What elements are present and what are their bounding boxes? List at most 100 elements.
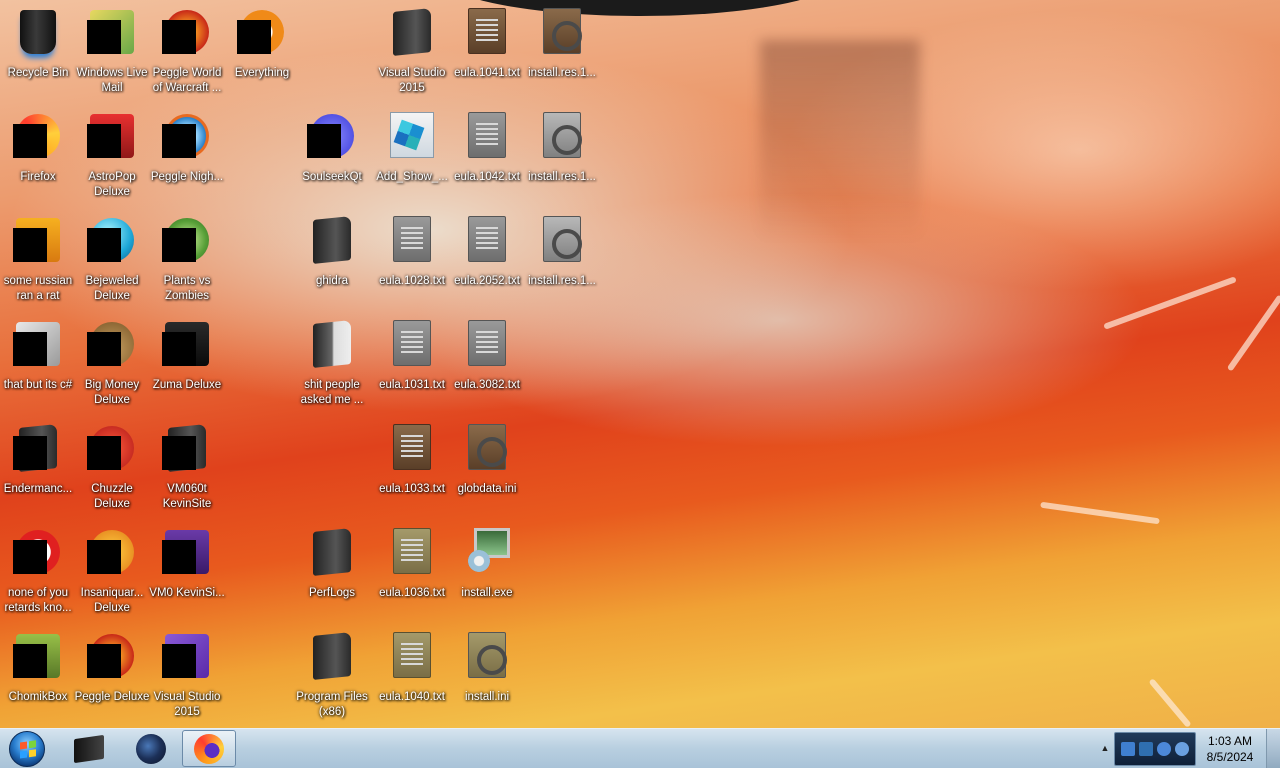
clock-date: 8/5/2024 (1206, 750, 1254, 764)
chomikbox-icon (13, 632, 63, 682)
peggle-icon (87, 632, 137, 682)
folder-icon (307, 632, 357, 682)
settings-file-icon (537, 8, 587, 58)
desktop-icon[interactable]: SoulseekQt (294, 108, 370, 208)
start-button[interactable] (4, 730, 50, 768)
desktop-icon[interactable]: some russian ran a rat (0, 212, 76, 312)
taskbar: ▲ 1:03 AM 8/5/2024 (0, 728, 1280, 768)
money-bag-icon (87, 320, 137, 370)
text-file-icon (387, 632, 437, 682)
app-icon (13, 528, 63, 578)
settings-file-icon (537, 216, 587, 266)
desktop-icon[interactable]: eula.1042.txt (449, 108, 525, 208)
wallpaper-shadow (760, 40, 920, 240)
folder-icon (13, 320, 63, 370)
desktop-icon[interactable]: shit people asked me ... (294, 316, 370, 416)
text-file-icon (462, 320, 512, 370)
installer-icon (462, 528, 512, 578)
desktop-icon[interactable]: Peggle Deluxe (74, 628, 150, 728)
desktop-icon[interactable]: ChomikBox (0, 628, 76, 728)
desktop-icon[interactable]: Recycle Bin (0, 4, 76, 104)
system-clock[interactable]: 1:03 AM 8/5/2024 (1198, 733, 1262, 765)
desktop-icon[interactable]: eula.1028.txt (374, 212, 450, 312)
desktop-icon[interactable]: Peggle Nigh... (149, 108, 225, 208)
text-file-icon (387, 216, 437, 266)
desktop-icon[interactable]: ghidra (294, 212, 370, 312)
tray-shield-icon[interactable] (1121, 742, 1135, 756)
desktop-icon[interactable]: install.res.1... (524, 212, 600, 312)
desktop-icon[interactable]: Add_Show_... (374, 108, 450, 208)
desktop-icon[interactable]: Peggle World of Warcraft ... (149, 4, 225, 104)
tray-update-icon[interactable] (1175, 742, 1189, 756)
desktop-icon[interactable]: install.res.1... (524, 108, 600, 208)
globe-icon (136, 733, 166, 764)
desktop-icon[interactable]: Chuzzle Deluxe (74, 420, 150, 520)
chuzzle-icon (87, 424, 137, 474)
desktop-icon[interactable]: none of you retards kno... (0, 524, 76, 624)
folder-icon (162, 528, 212, 578)
windows-logo-icon (9, 731, 45, 767)
text-file-icon (462, 216, 512, 266)
folder-icon (13, 424, 63, 474)
mail-icon (87, 8, 137, 58)
game-icon (87, 112, 137, 162)
folder-icon (13, 216, 63, 266)
desktop-icon[interactable]: Everything (224, 4, 300, 104)
visual-studio-icon (162, 632, 212, 682)
desktop-icon[interactable]: eula.2052.txt (449, 212, 525, 312)
desktop-icon[interactable]: Big Money Deluxe (74, 316, 150, 416)
text-file-icon (387, 320, 437, 370)
desktop-icon[interactable]: Visual Studio 2015 (149, 628, 225, 728)
desktop-icon[interactable]: Insaniquar... Deluxe (74, 524, 150, 624)
notification-area (1114, 732, 1196, 766)
desktop-icon[interactable]: AstroPop Deluxe (74, 108, 150, 208)
desktop-icon[interactable]: Endermanc... (0, 420, 76, 520)
peggle-icon (162, 8, 212, 58)
firefox-icon (194, 733, 224, 764)
desktop-icon[interactable]: eula.1033.txt (374, 420, 450, 520)
desktop-icon[interactable]: Plants vs Zombies (149, 212, 225, 312)
tray-volume-icon[interactable] (1157, 742, 1171, 756)
plant-icon (162, 216, 212, 266)
desktop-icon[interactable]: eula.1036.txt (374, 524, 450, 624)
registry-file-icon (387, 112, 437, 162)
desktop-icon[interactable]: globdata.ini (449, 420, 525, 520)
explorer-icon (74, 734, 104, 763)
desktop-icon[interactable]: eula.1040.txt (374, 628, 450, 728)
settings-file-icon (537, 112, 587, 162)
game-icon (162, 320, 212, 370)
desktop-icon[interactable]: VM060t KevinSite (149, 420, 225, 520)
desktop-icon[interactable]: eula.3082.txt (449, 316, 525, 416)
settings-file-icon (462, 424, 512, 474)
desktop-icon[interactable]: install.res.1... (524, 4, 600, 104)
desktop-icon[interactable]: install.ini (449, 628, 525, 728)
tray-network-icon[interactable] (1139, 742, 1153, 756)
taskbar-firefox-button[interactable] (182, 730, 236, 767)
peggle-icon (162, 112, 212, 162)
clock-time: 1:03 AM (1207, 734, 1253, 748)
desktop-icon[interactable]: Firefox (0, 108, 76, 208)
taskbar-globe-button[interactable] (124, 730, 178, 767)
desktop-icon[interactable]: install.exe (449, 524, 525, 624)
desktop-icon[interactable]: VM0 KevinSi... (149, 524, 225, 624)
desktop-icon[interactable]: Visual Studio 2015 (374, 4, 450, 104)
gem-icon (87, 216, 137, 266)
desktop-icon[interactable]: Bejeweled Deluxe (74, 212, 150, 312)
taskbar-explorer-button[interactable] (62, 730, 116, 767)
fish-icon (87, 528, 137, 578)
desktop-icon[interactable]: Zuma Deluxe (149, 316, 225, 416)
desktop-icon[interactable]: eula.1031.txt (374, 316, 450, 416)
folder-icon (162, 424, 212, 474)
text-file-icon (462, 8, 512, 58)
show-desktop-button[interactable] (1266, 729, 1280, 768)
folder-icon (387, 8, 437, 58)
desktop-icon[interactable]: that but its c# (0, 316, 76, 416)
show-hidden-icons-button[interactable]: ▲ (1098, 741, 1112, 755)
desktop-icon[interactable]: Windows Live Mail (74, 4, 150, 104)
desktop-icon[interactable]: PerfLogs (294, 524, 370, 624)
desktop-icon[interactable]: Program Files (x86) (294, 628, 370, 728)
text-file-icon (462, 112, 512, 162)
settings-file-icon (462, 632, 512, 682)
folder-icon (307, 528, 357, 578)
desktop-icon[interactable]: eula.1041.txt (449, 4, 525, 104)
